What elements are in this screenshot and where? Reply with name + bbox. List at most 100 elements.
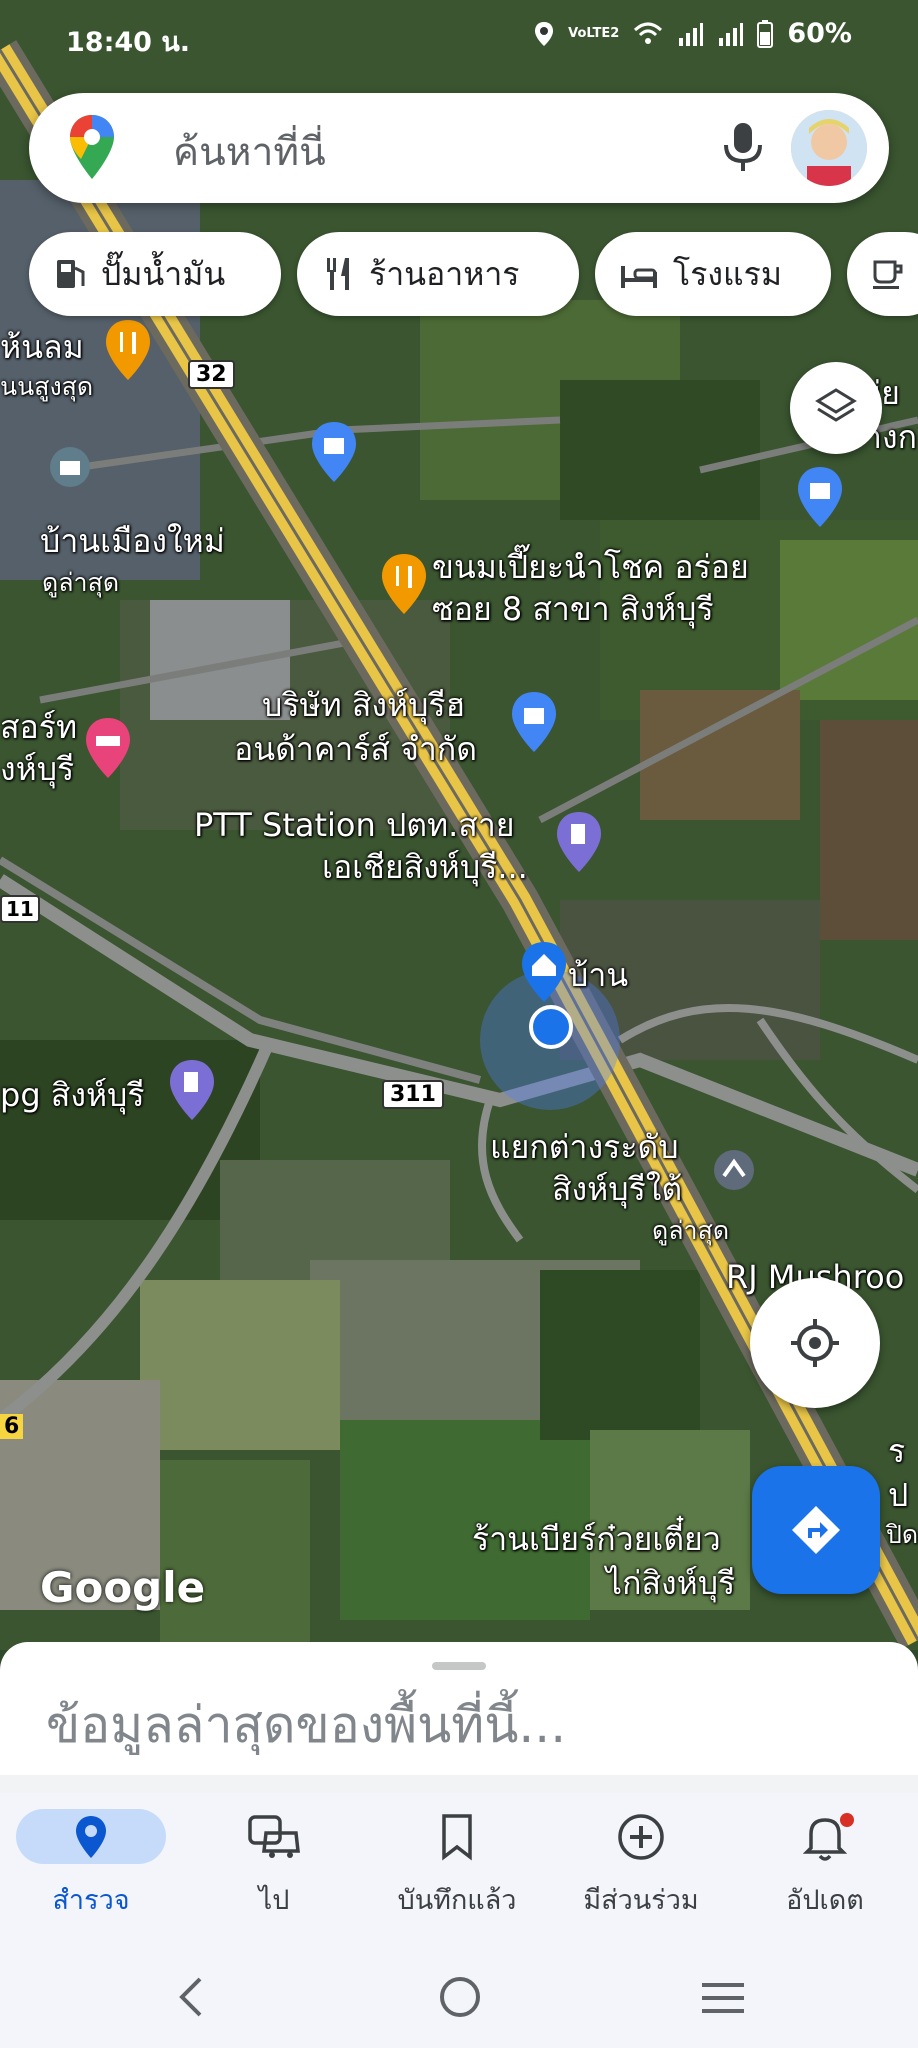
- google-watermark: Google: [40, 1563, 206, 1612]
- avatar[interactable]: [791, 110, 867, 186]
- hotel-pin-icon[interactable]: [84, 716, 132, 780]
- battery-percent: 60%: [787, 18, 852, 49]
- nav-label: มีส่วนร่วม: [583, 1885, 699, 1916]
- place-label[interactable]: แยกต่างระดับ: [490, 1128, 679, 1166]
- place-label[interactable]: สิงห์บุรีใต้: [552, 1170, 682, 1208]
- place-label[interactable]: ซอย 8 สาขา สิงห์บุรี: [432, 590, 714, 628]
- sheet-title: ข้อมูลล่าสุดของพื้นที่นี้...: [46, 1696, 567, 1754]
- route-shield-11: 11: [0, 895, 40, 923]
- user-avatar-image: [791, 110, 867, 186]
- place-label[interactable]: บ้านเมืองใหม่: [40, 522, 225, 560]
- chip-label: โรงแรม: [673, 254, 782, 293]
- chip-hotel[interactable]: โรงแรม: [595, 232, 831, 316]
- commute-icon: [248, 1814, 300, 1858]
- restaurant-pin-icon[interactable]: [104, 318, 152, 382]
- restaurant-pin-icon[interactable]: [380, 552, 428, 616]
- chip-label: ปั๊มน้ำมัน: [101, 254, 226, 293]
- location-icon: [535, 21, 554, 46]
- search-input[interactable]: ค้นหาที่นี่: [173, 121, 326, 183]
- volte-label: VoLTE2: [568, 26, 620, 41]
- restaurant-icon: [327, 258, 349, 290]
- chip-restaurant[interactable]: ร้านอาหาร: [297, 232, 579, 316]
- route-shield-311: 311: [382, 1080, 444, 1109]
- nav-label: อัปเดต: [786, 1885, 864, 1916]
- nav-label: บันทึกแล้ว: [397, 1885, 517, 1916]
- explore-pin-icon: [76, 1815, 106, 1858]
- microphone-icon[interactable]: [717, 119, 769, 179]
- notification-badge: [840, 1813, 854, 1827]
- home-icon[interactable]: [438, 1975, 482, 2019]
- place-label[interactable]: บริษัท สิงห์บุรีฮ: [262, 686, 465, 724]
- chip-gas-station[interactable]: ปั๊มน้ำมัน: [29, 232, 281, 316]
- place-label[interactable]: ร: [888, 1432, 905, 1470]
- shopping-pin-icon[interactable]: [510, 690, 558, 754]
- home-pin-icon[interactable]: [520, 940, 568, 1004]
- place-sublabel: ปิด: [886, 1520, 918, 1549]
- current-location-dot: [529, 1005, 573, 1049]
- place-label[interactable]: PTT Station ปตท.สาย: [194, 806, 515, 844]
- recent-apps-icon[interactable]: [700, 1981, 746, 2015]
- divider: [0, 1775, 918, 1793]
- nav-explore[interactable]: สำรวจ: [16, 1809, 166, 1921]
- signal-icon: [679, 22, 704, 46]
- place-label[interactable]: อนด้าคาร์ส์ จำกัด: [234, 730, 477, 768]
- signal-icon: [719, 22, 744, 46]
- place-label[interactable]: pg สิงห์บุรี: [0, 1076, 145, 1114]
- google-maps-logo-icon: [70, 115, 114, 179]
- place-sublabel: ดูล่าสุด: [652, 1216, 730, 1245]
- nav-label: ไป: [258, 1885, 290, 1916]
- place-label[interactable]: ห้นลม: [0, 328, 84, 366]
- drag-handle[interactable]: [432, 1662, 486, 1670]
- layers-button[interactable]: [790, 362, 882, 454]
- shopping-pin-icon[interactable]: [796, 465, 844, 529]
- nav-saved[interactable]: บันทึกแล้ว: [382, 1809, 532, 1921]
- nav-saved-icon-wrap: [382, 1809, 532, 1864]
- crosshair-icon: [791, 1319, 839, 1367]
- place-label[interactable]: ไก่สิงห์บุรี: [606, 1564, 735, 1602]
- place-label: นนสูงสุด: [0, 372, 94, 401]
- back-icon[interactable]: [176, 1975, 206, 2019]
- museum-icon[interactable]: [48, 445, 92, 489]
- my-location-button[interactable]: [750, 1278, 880, 1408]
- wifi-icon: [634, 22, 663, 44]
- status-bar: 18:40 น. VoLTE2 60%: [0, 0, 918, 74]
- interchange-icon[interactable]: [712, 1148, 756, 1192]
- gas-station-pin-icon[interactable]: [555, 810, 603, 874]
- nav-contribute[interactable]: มีส่วนร่วม: [566, 1809, 716, 1921]
- status-time: 18:40 น.: [66, 27, 191, 58]
- nav-updates[interactable]: อัปเดต: [750, 1809, 900, 1921]
- gas-station-icon: [57, 260, 85, 288]
- shopping-pin-icon[interactable]: [310, 420, 358, 484]
- place-label[interactable]: ป: [888, 1476, 908, 1514]
- bottom-navigation: สำรวจ ไป บันทึกแล้ว มีส่วนร่วม อัปเดต: [0, 1793, 918, 1933]
- system-navigation-bar: [0, 1933, 918, 2048]
- place-label[interactable]: ร้านเบียร์ก๋วยเตี๋ยว: [472, 1520, 721, 1558]
- home-label[interactable]: บ้าน: [568, 956, 628, 994]
- status-icons: VoLTE2 60%: [534, 18, 852, 49]
- place-label[interactable]: เอเชียสิงห์บุรี...: [322, 848, 528, 886]
- gas-station-pin-icon[interactable]: [168, 1058, 216, 1122]
- nav-updates-icon-wrap: [750, 1809, 900, 1864]
- coffee-icon: [873, 260, 903, 289]
- nav-explore-icon-wrap: [16, 1809, 166, 1864]
- hotel-icon: [621, 266, 657, 288]
- add-circle-icon: [618, 1813, 664, 1860]
- layers-icon: [815, 388, 857, 422]
- place-label[interactable]: ขนมเปี๊ยะนำโชค อร่อย: [432, 548, 749, 586]
- place-label[interactable]: สอร์ท: [0, 708, 77, 746]
- search-bar[interactable]: ค้นหาที่นี่: [29, 93, 889, 203]
- route-shield-32: 32: [188, 360, 235, 389]
- nav-go-icon-wrap: [199, 1809, 349, 1864]
- directions-button[interactable]: [752, 1466, 880, 1594]
- place-label[interactable]: งห์บุรี: [0, 750, 74, 788]
- directions-icon: [792, 1506, 840, 1554]
- bottom-sheet[interactable]: ข้อมูลล่าสุดของพื้นที่นี้...: [0, 1642, 918, 1775]
- nav-label: สำรวจ: [52, 1885, 130, 1916]
- route-shield-6: 6: [0, 1414, 24, 1439]
- nav-go[interactable]: ไป: [199, 1809, 349, 1921]
- bookmark-icon: [442, 1813, 472, 1861]
- nav-contribute-icon-wrap: [566, 1809, 716, 1864]
- place-sublabel: ดูล่าสุด: [42, 568, 120, 597]
- battery-icon: [757, 19, 774, 48]
- chip-label: ร้านอาหาร: [369, 254, 520, 293]
